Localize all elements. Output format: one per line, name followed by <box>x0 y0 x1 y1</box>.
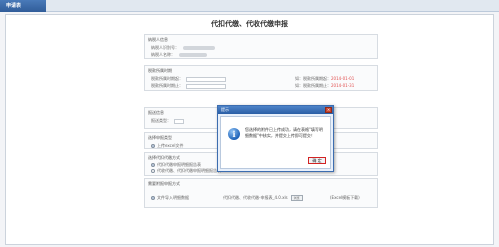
dialog-body: i 您选择的附件已上传成功，请在表格"填写明细数据"中核实，并提交上传即可提交！… <box>220 116 331 169</box>
dialog-title: 提示 <box>221 107 229 112</box>
dialog-title-bar[interactable]: 提示 × <box>218 106 333 114</box>
dialog-message: 您选择的附件已上传成功，请在表格"填写明细数据"中核实，并提交上传即可提交！ <box>245 127 323 138</box>
close-icon[interactable]: × <box>325 107 332 113</box>
alert-dialog: 提示 × i 您选择的附件已上传成功，请在表格"填写明细数据"中核实，并提交上传… <box>217 105 334 172</box>
ok-button[interactable]: 确 定 <box>308 157 326 164</box>
info-icon: i <box>228 128 240 140</box>
